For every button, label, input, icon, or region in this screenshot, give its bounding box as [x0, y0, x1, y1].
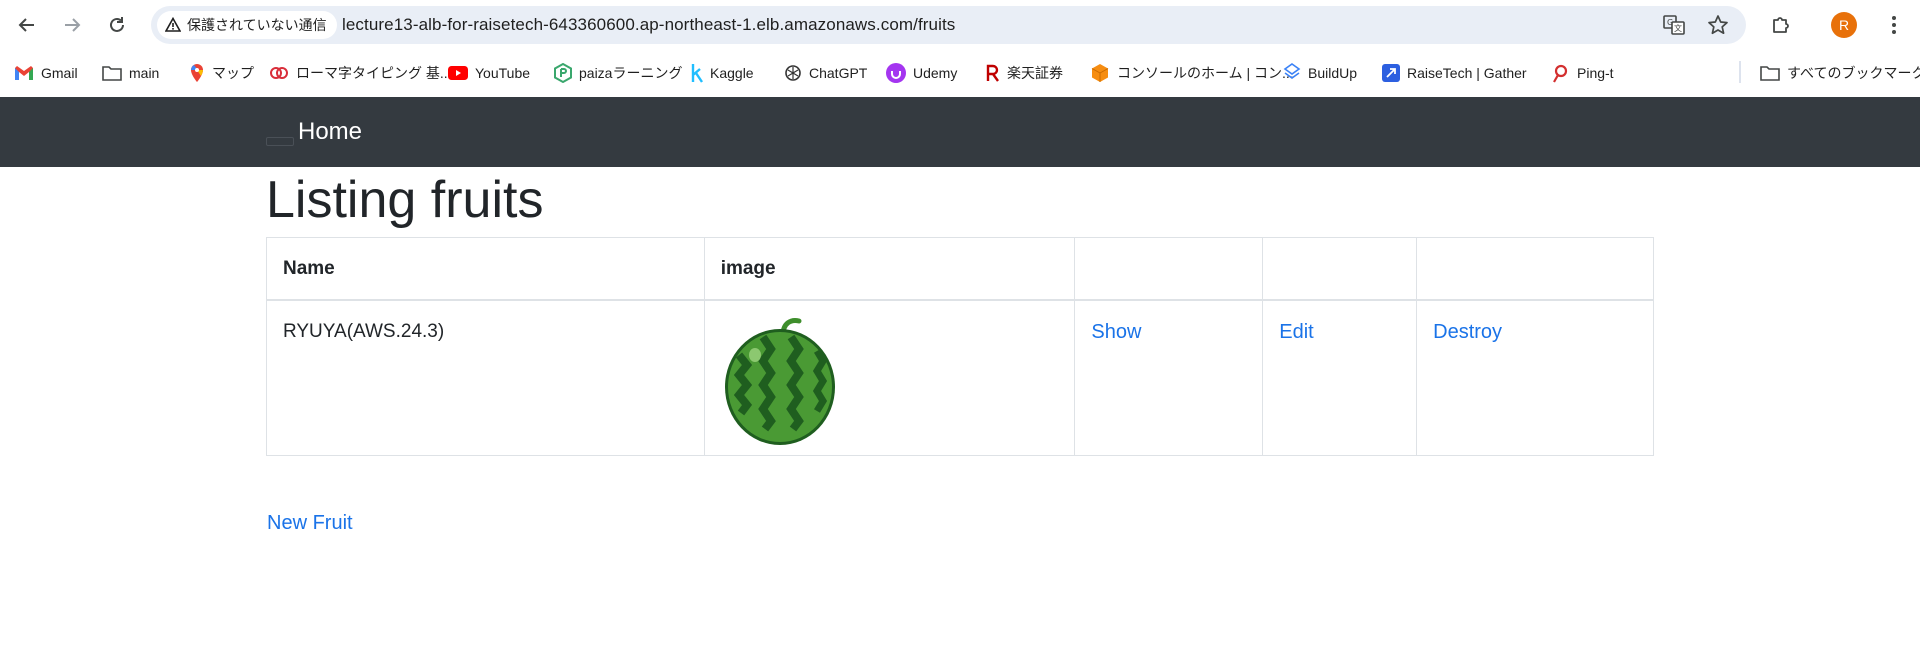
- bookmark-label: ローマ字タイピング 基...: [296, 65, 452, 81]
- udemy-icon: [886, 63, 906, 83]
- bookmark-paiza[interactable]: paizaラーニング: [554, 62, 682, 84]
- kebab-menu-icon: [1892, 16, 1896, 34]
- bookmark-gmail[interactable]: Gmail: [14, 62, 78, 84]
- forward-arrow-icon: [65, 18, 81, 32]
- puzzle-icon: [1773, 17, 1789, 33]
- bookmark-main[interactable]: main: [102, 62, 159, 84]
- typing-icon: [270, 67, 288, 79]
- back-button[interactable]: [11, 9, 43, 41]
- rakuten-icon: [986, 64, 999, 82]
- bookmark-typing[interactable]: ローマ字タイピング 基...: [269, 62, 452, 84]
- fruit-image-cell: [703, 299, 1076, 456]
- address-bar[interactable]: 保護されていない通信 lecture13-alb-for-raisetech-6…: [151, 6, 1746, 44]
- folder-icon: [1760, 66, 1780, 81]
- bookmark-label: paizaラーニング: [579, 65, 683, 81]
- bookmarks-bar: Gmail main マップ ローマ字タイピング 基... YouTube pa…: [0, 50, 1920, 96]
- warning-icon: [165, 17, 181, 32]
- paiza-icon: [554, 63, 572, 83]
- site-navbar: Home: [0, 97, 1920, 167]
- menu-button[interactable]: [1878, 9, 1910, 41]
- gmail-icon: [15, 66, 33, 80]
- security-indicator[interactable]: 保護されていない通信: [157, 11, 337, 39]
- folder-icon: [102, 66, 122, 81]
- chatgpt-icon: [785, 65, 801, 81]
- column-header-edit: [1262, 237, 1418, 300]
- watermelon-image: [724, 317, 835, 445]
- fruit-name: RYUYA(AWS.24.3): [266, 299, 705, 456]
- table-header-row: Name image: [266, 237, 1654, 300]
- url-text[interactable]: lecture13-alb-for-raisetech-643360600.ap…: [342, 15, 955, 35]
- bookmark-kaggle[interactable]: Kaggle: [691, 62, 754, 84]
- bookmark-label: Ping-t: [1577, 65, 1614, 81]
- navbar-brand-home[interactable]: Home: [298, 118, 362, 146]
- new-fruit-link[interactable]: New Fruit: [267, 512, 353, 535]
- bookmarks-separator: [1739, 61, 1741, 83]
- security-label: 保護されていない通信: [187, 17, 327, 33]
- bookmark-label: Kaggle: [710, 65, 754, 81]
- bookmark-youtube[interactable]: YouTube: [448, 62, 530, 84]
- browser-toolbar: 保護されていない通信 lecture13-alb-for-raisetech-6…: [0, 0, 1920, 50]
- page-title: Listing fruits: [266, 171, 544, 229]
- bookmark-label: YouTube: [475, 65, 531, 81]
- aws-console-icon: [1091, 64, 1109, 82]
- bookmark-label: Gmail: [41, 65, 78, 81]
- column-header-name: Name: [266, 237, 705, 300]
- ping-t-icon: [1553, 64, 1568, 83]
- fruits-table: Name image RYUYA(AWS.24.3) Show Edit Des…: [266, 237, 1654, 456]
- navbar-toggler[interactable]: [266, 137, 294, 146]
- maps-icon: [191, 64, 203, 82]
- bookmark-label: マップ: [212, 65, 254, 81]
- destroy-cell: Destroy: [1416, 299, 1654, 456]
- bookmark-chatgpt[interactable]: ChatGPT: [784, 62, 867, 84]
- reload-button[interactable]: [101, 9, 133, 41]
- forward-button[interactable]: [56, 9, 88, 41]
- bookmark-label: すべてのブックマーク: [1787, 65, 1920, 81]
- destroy-link[interactable]: Destroy: [1433, 321, 1502, 343]
- bookmark-buildup[interactable]: BuildUp: [1283, 62, 1357, 84]
- avatar: R: [1831, 12, 1857, 38]
- raisetech-icon: [1382, 64, 1400, 82]
- back-arrow-icon: [18, 18, 34, 32]
- bookmark-label: RaiseTech | Gather: [1407, 65, 1527, 81]
- table-row: RYUYA(AWS.24.3) Show Edit Destroy: [266, 299, 1654, 456]
- reload-icon: [110, 17, 124, 32]
- star-icon: [1708, 15, 1728, 35]
- kaggle-icon: [691, 64, 703, 83]
- edit-link[interactable]: Edit: [1279, 321, 1313, 343]
- youtube-icon: [448, 66, 468, 80]
- bookmark-label: コンソールのホーム | コン...: [1117, 65, 1294, 81]
- column-header-destroy: [1416, 237, 1654, 300]
- bookmark-label: ChatGPT: [809, 65, 868, 81]
- extensions-button[interactable]: [1765, 9, 1797, 41]
- column-header-image: image: [703, 237, 1076, 300]
- bookmark-label: main: [129, 65, 160, 81]
- bookmark-udemy[interactable]: Udemy: [886, 62, 957, 84]
- translate-button[interactable]: G文: [1662, 13, 1686, 37]
- show-cell: Show: [1074, 299, 1264, 456]
- translate-icon: G文: [1663, 15, 1685, 35]
- edit-cell: Edit: [1262, 299, 1418, 456]
- bookmark-label: BuildUp: [1308, 65, 1358, 81]
- bookmark-raisetech[interactable]: RaiseTech | Gather: [1382, 62, 1527, 84]
- bookmark-aws-console[interactable]: コンソールのホーム | コン...: [1090, 62, 1294, 84]
- bookmark-star-button[interactable]: [1706, 13, 1730, 37]
- svg-text:文: 文: [1674, 23, 1682, 33]
- profile-button[interactable]: R: [1828, 9, 1860, 41]
- all-bookmarks-button[interactable]: すべてのブックマーク: [1760, 62, 1920, 84]
- show-link[interactable]: Show: [1091, 321, 1141, 343]
- bookmark-label: 楽天証券: [1007, 65, 1063, 81]
- bookmark-ping-t[interactable]: Ping-t: [1550, 62, 1614, 84]
- bookmark-rakuten[interactable]: 楽天証券: [986, 62, 1063, 84]
- buildup-icon: [1283, 63, 1301, 79]
- bookmark-label: Udemy: [913, 65, 958, 81]
- bookmark-maps[interactable]: マップ: [189, 62, 254, 84]
- column-header-show: [1074, 237, 1264, 300]
